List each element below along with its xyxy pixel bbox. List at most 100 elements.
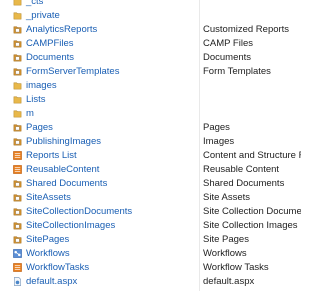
name-cell[interactable]: Workflows — [13, 246, 197, 260]
item-description: Documents — [203, 51, 252, 63]
item-description: Site Pages — [203, 233, 249, 245]
item-name-link[interactable]: SitePages — [26, 234, 69, 245]
item-name-link[interactable]: _cts — [26, 0, 43, 7]
list-item[interactable]: default.aspx default.aspx — [0, 274, 320, 288]
item-name-link[interactable]: SiteCollectionImages — [26, 220, 115, 231]
list-item[interactable]: Reports List Content and Structure R... — [0, 148, 320, 162]
list-item[interactable]: Documents Documents — [0, 50, 320, 64]
name-cell[interactable]: _private — [13, 8, 197, 22]
list-icon — [13, 150, 22, 160]
name-cell[interactable]: Shared Documents — [13, 176, 197, 190]
list-icon — [13, 262, 22, 272]
name-cell[interactable]: _cts — [13, 0, 197, 8]
description-cell: Site Assets — [203, 190, 301, 204]
description-cell: Site Collection Docume... — [203, 204, 301, 218]
name-cell[interactable]: m — [13, 106, 197, 120]
item-description: Site Assets — [203, 191, 250, 203]
item-description: default.aspx — [203, 275, 255, 287]
item-description: Site Collection Docume... — [203, 205, 301, 217]
list-item[interactable]: SitePages Site Pages — [0, 232, 320, 246]
name-cell[interactable]: SiteCollectionDocuments — [13, 204, 197, 218]
name-cell[interactable]: Lists — [13, 92, 197, 106]
document-library-icon — [13, 221, 22, 230]
list-item[interactable]: AnalyticsReports Customized Reports — [0, 22, 320, 36]
item-name-link[interactable]: FormServerTemplates — [26, 66, 119, 77]
list-item[interactable]: m — [0, 106, 320, 120]
name-cell[interactable]: CAMPFiles — [13, 36, 197, 50]
item-name-link[interactable]: default.aspx — [26, 276, 77, 287]
list-item[interactable]: images — [0, 78, 320, 92]
list-item[interactable]: Lists — [0, 92, 320, 106]
item-description: Shared Documents — [203, 177, 285, 189]
folder-icon — [13, 109, 22, 118]
item-description: Images — [203, 135, 235, 147]
name-cell[interactable]: SiteAssets — [13, 190, 197, 204]
description-cell: Customized Reports — [203, 22, 301, 36]
list-item[interactable]: Shared Documents Shared Documents — [0, 176, 320, 190]
description-cell: Documents — [203, 50, 301, 64]
list-item[interactable]: ReusableContent Reusable Content — [0, 162, 320, 176]
document-library-icon — [13, 39, 22, 48]
folder-icon — [13, 81, 22, 90]
item-name-link[interactable]: _private — [26, 10, 60, 21]
list-item[interactable]: SiteCollectionDocuments Site Collection D… — [0, 204, 320, 218]
name-cell[interactable]: Documents — [13, 50, 197, 64]
folder-icon — [13, 95, 22, 104]
document-library-icon — [13, 67, 22, 76]
document-library-icon — [13, 123, 22, 132]
item-name-link[interactable]: m — [26, 108, 34, 119]
list-item[interactable]: Workflows Workflows — [0, 246, 320, 260]
name-cell[interactable]: PublishingImages — [13, 134, 197, 148]
name-cell[interactable]: FormServerTemplates — [13, 64, 197, 78]
list-item[interactable]: SiteAssets Site Assets — [0, 190, 320, 204]
item-name-link[interactable]: Documents — [26, 52, 74, 63]
list-item[interactable]: Pages Pages — [0, 120, 320, 134]
name-cell[interactable]: SitePages — [13, 232, 197, 246]
item-description: Form Templates — [203, 65, 271, 77]
item-description: Workflow Tasks — [203, 261, 269, 273]
name-cell[interactable]: images — [13, 78, 197, 92]
item-name-link[interactable]: images — [26, 80, 57, 91]
description-cell — [203, 78, 301, 92]
description-cell: Site Pages — [203, 232, 301, 246]
item-name-link[interactable]: Pages — [26, 122, 53, 133]
item-name-link[interactable]: WorkflowTasks — [26, 262, 89, 273]
item-name-link[interactable]: SiteAssets — [26, 192, 71, 203]
list-item[interactable]: CAMPFiles CAMP Files — [0, 36, 320, 50]
description-cell: Images — [203, 134, 301, 148]
description-cell: Reusable Content — [203, 162, 301, 176]
description-cell: Workflow Tasks — [203, 260, 301, 274]
document-library-icon — [13, 179, 22, 188]
name-cell[interactable]: Reports List — [13, 148, 197, 162]
description-cell: CAMP Files — [203, 36, 301, 50]
item-name-link[interactable]: Workflows — [26, 248, 70, 259]
folder-icon — [13, 11, 22, 20]
item-name-link[interactable]: ReusableContent — [26, 164, 99, 175]
name-cell[interactable]: ReusableContent — [13, 162, 197, 176]
item-name-link[interactable]: Shared Documents — [26, 178, 107, 189]
list-item[interactable]: FormServerTemplates Form Templates — [0, 64, 320, 78]
list-item[interactable]: SiteCollectionImages Site Collection Imag… — [0, 218, 320, 232]
name-cell[interactable]: WorkflowTasks — [13, 260, 197, 274]
document-library-icon — [13, 193, 22, 202]
list-item[interactable]: WorkflowTasks Workflow Tasks — [0, 260, 320, 274]
name-cell[interactable]: default.aspx — [13, 274, 197, 288]
name-cell[interactable]: SiteCollectionImages — [13, 218, 197, 232]
item-name-link[interactable]: PublishingImages — [26, 136, 101, 147]
item-name-link[interactable]: SiteCollectionDocuments — [26, 206, 132, 217]
item-description: Pages — [203, 121, 230, 133]
document-library-icon — [13, 235, 22, 244]
name-cell[interactable]: Pages — [13, 120, 197, 134]
list-item[interactable]: _cts — [0, 0, 320, 8]
description-cell — [203, 0, 301, 8]
list-item[interactable]: PublishingImages Images — [0, 134, 320, 148]
item-description: Customized Reports — [203, 23, 290, 35]
name-cell[interactable]: AnalyticsReports — [13, 22, 197, 36]
description-cell: Shared Documents — [203, 176, 301, 190]
item-name-link[interactable]: Lists — [26, 94, 46, 105]
item-name-link[interactable]: CAMPFiles — [26, 38, 74, 49]
item-description: Site Collection Images — [203, 219, 298, 231]
item-name-link[interactable]: AnalyticsReports — [26, 24, 97, 35]
item-name-link[interactable]: Reports List — [26, 150, 77, 161]
list-item[interactable]: _private — [0, 8, 320, 22]
